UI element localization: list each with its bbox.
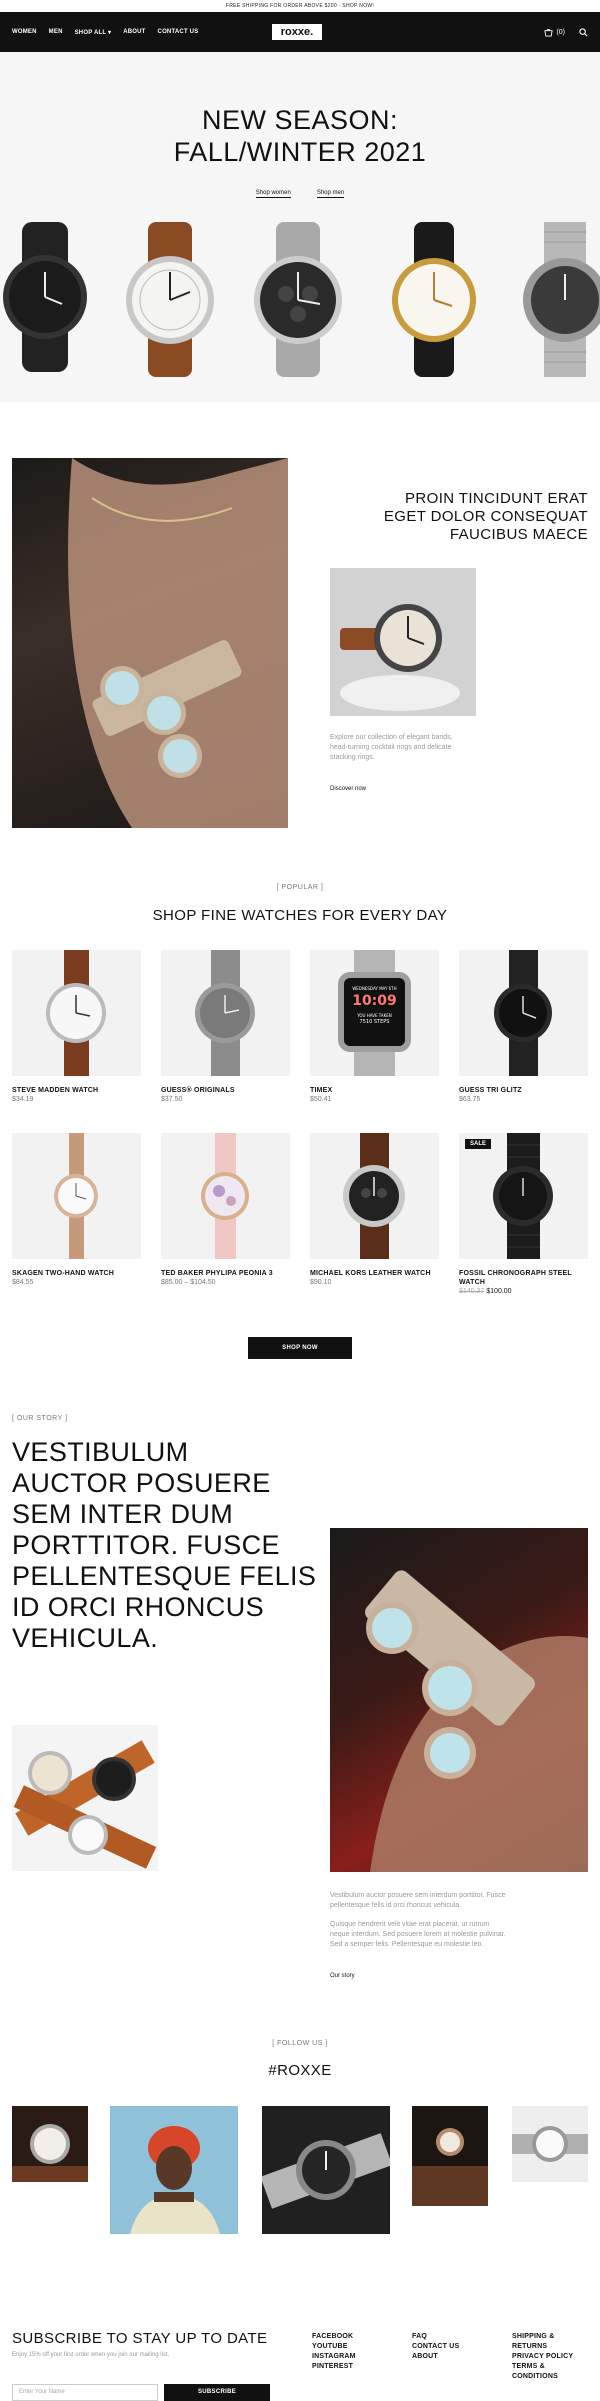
name-input[interactable]: Enter Your Name (12, 2384, 158, 2401)
feature-description: Explore our collection of elegant bands,… (330, 734, 453, 761)
hero-watch-steel (523, 222, 600, 377)
instagram-photo[interactable] (412, 2106, 488, 2206)
footer-link-about[interactable]: ABOUT (412, 2352, 459, 2362)
product-price: $90.10 (310, 1279, 332, 1286)
story-tag: [ OUR STORY ] (12, 1415, 68, 1422)
footer-link-youtube[interactable]: YOUTUBE (312, 2342, 356, 2352)
instagram-photo[interactable] (110, 2106, 238, 2234)
product-name[interactable]: STEVE MADDEN WATCH (12, 1086, 141, 1095)
footer-link-facebook[interactable]: FACEBOOK (312, 2332, 356, 2342)
shop-men-link[interactable]: Shop men (316, 190, 345, 198)
nav-link-contact[interactable]: CONTACT US (158, 29, 199, 35)
hero-watch-gold (392, 222, 476, 377)
hero-watch-grey (254, 222, 342, 377)
product-name[interactable]: FOSSIL CHRONOGRAPH STEEL WATCH (459, 1269, 588, 1287)
product-image[interactable] (459, 950, 588, 1076)
footer-link-instagram[interactable]: INSTAGRAM (312, 2352, 356, 2362)
popular-tag: [ POPULAR ] (276, 884, 324, 891)
product-price: $63.75 (459, 1096, 481, 1103)
product-card[interactable]: WEDNESDAY MAY 6TH 10:09 YOU HAVE TAKEN 7… (310, 950, 439, 1103)
nav-link-shop-all[interactable]: SHOP ALL ▾ (75, 29, 112, 36)
footer-link-shipping[interactable]: SHIPPING & RETURNS (512, 2332, 573, 2352)
hero-title: NEW SEASON: FALL/WINTER 2021 (173, 105, 427, 167)
story-paragraph-1: Vestibulum auctor posuere sem interdum p… (330, 1892, 506, 1909)
cart-icon (544, 28, 554, 37)
follow-tag: [ FOLLOW US ] (272, 2040, 328, 2047)
subscribe-heading: SUBSCRIBE TO STAY UP TO DATE (12, 2330, 268, 2347)
product-card[interactable]: GUESS® ORIGINALS $37.50 (161, 950, 290, 1103)
subscribe-subtext: Enjoy 15% off your first order when you … (12, 2352, 170, 2358)
product-name[interactable]: GUESS TRI GLITZ (459, 1086, 588, 1095)
product-name[interactable]: SKAGEN TWO-HAND WATCH (12, 1269, 141, 1278)
hero-watch-black (3, 222, 87, 372)
product-card[interactable]: STEVE MADDEN WATCH $34.19 (12, 950, 141, 1103)
nav-link-women[interactable]: WOMEN (12, 29, 37, 35)
footer-link-pinterest[interactable]: PINTEREST (312, 2362, 356, 2372)
story-paragraph-2: Quisque hendrerit velit vitae erat place… (330, 1921, 506, 1948)
instagram-photo[interactable] (12, 2106, 88, 2182)
sale-badge: SALE (465, 1139, 492, 1149)
product-price: $140.37 $100.00 (459, 1288, 588, 1295)
cart-button[interactable]: (0) (544, 28, 565, 37)
old-price: $140.37 (459, 1288, 485, 1295)
subscribe-button[interactable]: SUBSCRIBE (164, 2384, 270, 2401)
instagram-hashtag: #ROXXE (268, 2062, 332, 2079)
hero-links: Shop women Shop men (0, 190, 600, 198)
product-price: $37.50 (161, 1096, 183, 1103)
feature-photo-wrist (12, 458, 288, 828)
footer-policy-links: SHIPPING & RETURNS PRIVACY POLICY TERMS &… (512, 2332, 573, 2382)
instagram-photo[interactable] (262, 2106, 390, 2234)
footer-link-privacy[interactable]: PRIVACY POLICY (512, 2352, 573, 2362)
discover-now-link[interactable]: Discover now (330, 786, 366, 792)
product-image[interactable] (310, 1133, 439, 1259)
nav-actions: (0) (544, 12, 588, 52)
product-image[interactable] (12, 950, 141, 1076)
product-price: $84.55 (12, 1279, 34, 1286)
product-name[interactable]: GUESS® ORIGINALS (161, 1086, 290, 1095)
popular-heading: SHOP FINE WATCHES FOR EVERY DAY (152, 907, 448, 924)
our-story-link[interactable]: Our story (330, 1973, 355, 1979)
hero-watch-brown (126, 222, 214, 377)
main-nav: WOMEN MEN SHOP ALL ▾ ABOUT CONTACT US ro… (0, 12, 600, 52)
instagram-photo[interactable] (512, 2106, 588, 2182)
footer-link-terms[interactable]: TERMS & CONDITIONS (512, 2362, 573, 2382)
smartwatch-screen: WEDNESDAY MAY 6TH 10:09 YOU HAVE TAKEN 7… (352, 986, 397, 1025)
product-image[interactable] (161, 950, 290, 1076)
product-card[interactable]: GUESS TRI GLITZ $63.75 (459, 950, 588, 1103)
footer-link-contact[interactable]: CONTACT US (412, 2342, 459, 2352)
shop-now-button[interactable]: SHOP NOW (248, 1337, 352, 1359)
product-image[interactable]: WEDNESDAY MAY 6TH 10:09 YOU HAVE TAKEN 7… (310, 950, 439, 1076)
product-card[interactable]: MICHAEL KORS LEATHER WATCH $90.10 (310, 1133, 439, 1286)
footer-link-faq[interactable]: FAQ (412, 2332, 459, 2342)
search-icon[interactable] (579, 27, 588, 37)
story-heading: VESTIBULUM AUCTOR POSUERE SEM INTER DUM … (12, 1437, 317, 1653)
nav-links: WOMEN MEN SHOP ALL ▾ ABOUT CONTACT US (12, 12, 198, 52)
announcement-bar: FREE SHIPPING FOR ORDER ABOVE $200 · SHO… (0, 0, 600, 12)
product-card[interactable]: TED BAKER PHYLIPA PEONIA 3 $85.00 – $104… (161, 1133, 290, 1286)
cart-count: (0) (556, 28, 565, 36)
footer-info-links: FAQ CONTACT US ABOUT (412, 2332, 459, 2362)
product-image[interactable] (12, 1133, 141, 1259)
product-name[interactable]: TED BAKER PHYLIPA PEONIA 3 (161, 1269, 290, 1278)
product-price: $34.19 (12, 1096, 34, 1103)
product-price: $85.00 – $104.50 (161, 1279, 216, 1286)
product-card[interactable]: SKAGEN TWO-HAND WATCH $84.55 (12, 1133, 141, 1286)
feature-heading: PROIN TINCIDUNT ERAT EGET DOLOR CONSEQUAT… (383, 490, 588, 543)
footer-social-links: FACEBOOK YOUTUBE INSTAGRAM PINTEREST (312, 2332, 356, 2372)
product-price: $50.41 (310, 1096, 332, 1103)
product-name[interactable]: MICHAEL KORS LEATHER WATCH (310, 1269, 439, 1278)
hero-section: NEW SEASON: FALL/WINTER 2021 Shop women S… (0, 52, 600, 402)
product-image[interactable] (161, 1133, 290, 1259)
shop-women-link[interactable]: Shop women (255, 190, 291, 198)
sale-price: $100.00 (486, 1288, 512, 1295)
product-name[interactable]: TIMEX (310, 1086, 439, 1095)
product-image[interactable]: SALE (459, 1133, 588, 1259)
story-photo-wrist (330, 1528, 588, 1872)
story-photo-watches (12, 1725, 158, 1871)
nav-link-about[interactable]: ABOUT (123, 29, 145, 35)
feature-photo-watch (330, 568, 476, 716)
site-logo[interactable]: roxxe. (272, 24, 322, 40)
nav-link-men[interactable]: MEN (49, 29, 63, 35)
product-card[interactable]: SALE FOSSIL CHRONOGRAPH STEEL WATCH $140.… (459, 1133, 588, 1295)
